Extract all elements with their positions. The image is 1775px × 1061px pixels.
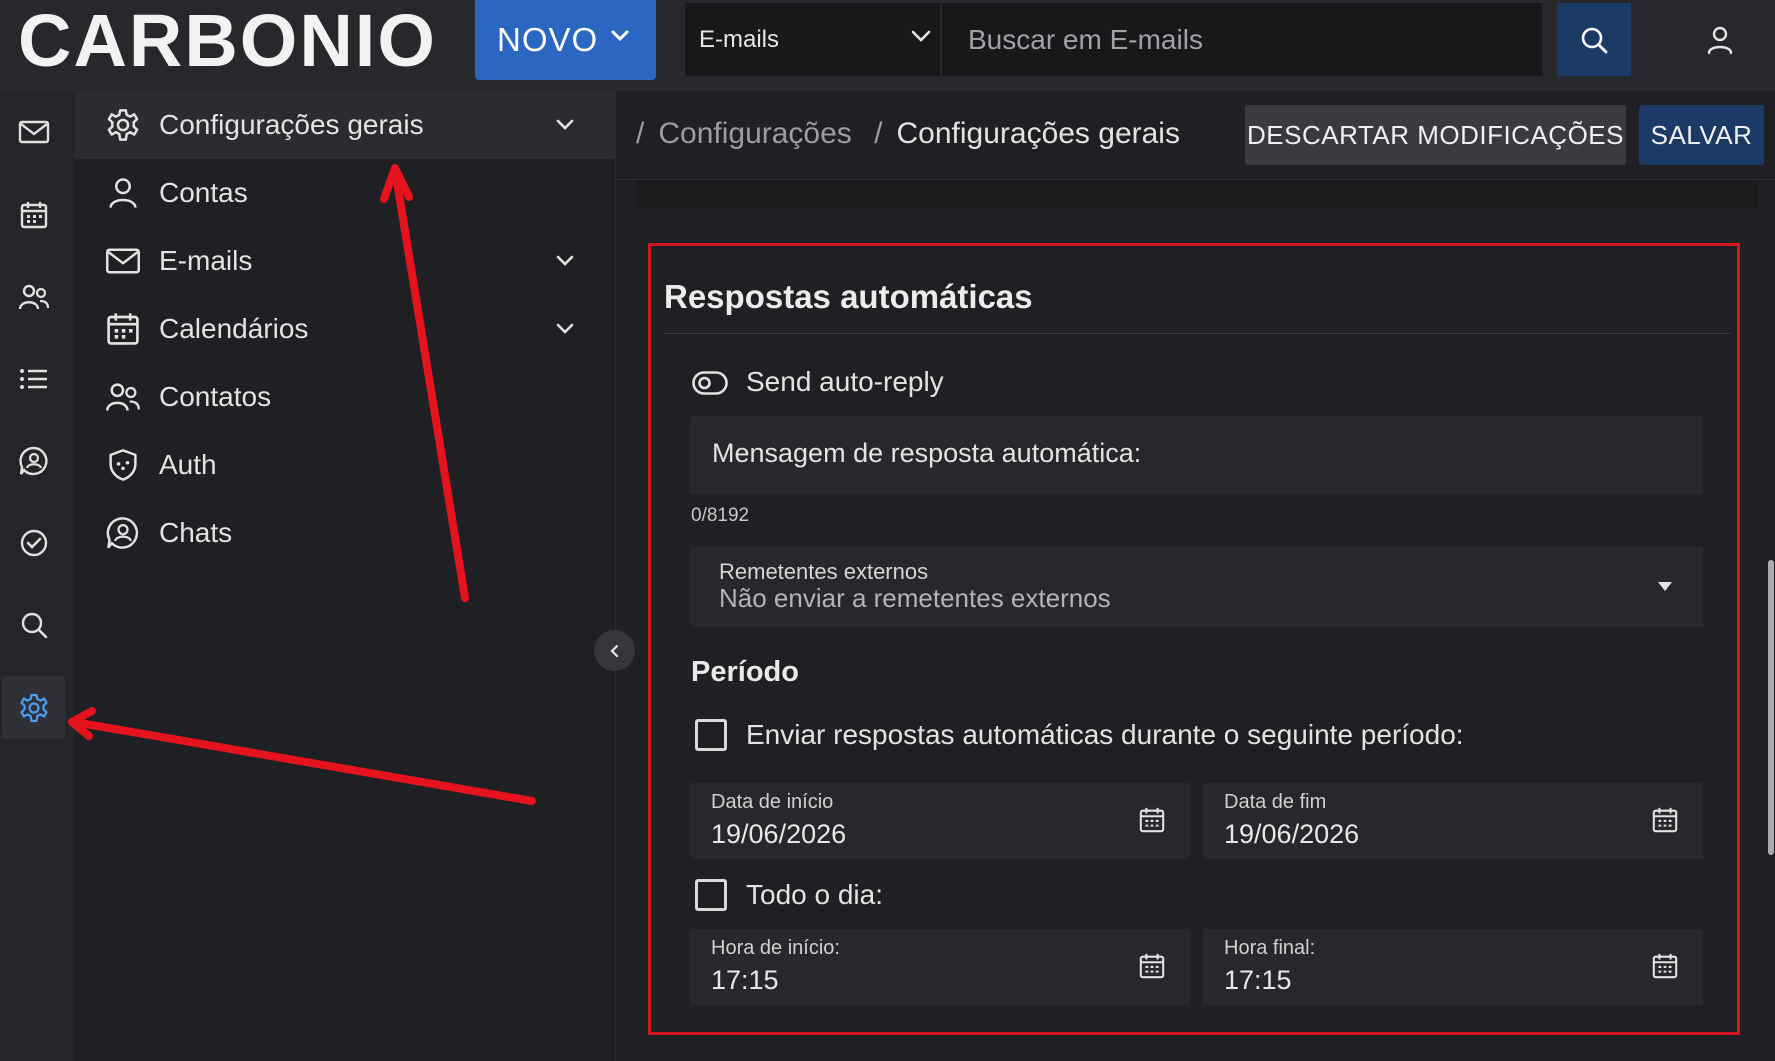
auto-reply-toggle[interactable] <box>692 365 732 401</box>
module-select-value: E-mails <box>699 25 780 53</box>
section-title: Respostas automáticas <box>664 278 1033 315</box>
caret-down-icon <box>1657 580 1673 592</box>
chevron-down-icon <box>610 29 630 43</box>
rail-settings[interactable] <box>2 676 65 739</box>
search-icon <box>19 610 49 640</box>
calendar-icon[interactable] <box>1651 951 1679 981</box>
end-date-label: Data de fim <box>1224 791 1327 813</box>
search-button[interactable] <box>1557 3 1631 76</box>
rail-search[interactable] <box>2 593 65 656</box>
period-title: Período <box>691 656 799 688</box>
app-logo: CARBONIO <box>18 0 437 82</box>
sidebar-item-emails[interactable]: E-mails <box>75 227 615 295</box>
rail-tasks[interactable] <box>2 511 65 574</box>
auto-reply-highlight-box <box>648 243 1740 1035</box>
end-time-label: Hora final: <box>1224 937 1316 959</box>
person-icon <box>105 175 141 211</box>
sidebar-item-general-settings[interactable]: Configurações gerais <box>75 91 615 159</box>
period-checkbox[interactable] <box>695 719 727 751</box>
chevron-left-icon <box>609 644 621 658</box>
sidebar-item-contacts[interactable]: Contatos <box>75 363 615 431</box>
scrollbar-thumb[interactable] <box>1768 560 1774 855</box>
rail-calendar[interactable] <box>2 183 65 246</box>
shield-icon <box>105 447 141 483</box>
sidebar-item-accounts[interactable]: Contas <box>75 159 615 227</box>
character-counter: 0/8192 <box>691 505 750 526</box>
sidebar-item-chats[interactable]: Chats <box>75 499 615 567</box>
start-date-field[interactable]: Data de início 19/06/2026 <box>690 783 1190 859</box>
chats-icon <box>105 515 141 551</box>
rail-tasks-list[interactable] <box>2 347 65 410</box>
sidebar-item-label: E-mails <box>159 245 253 276</box>
sidebar-item-label: Auth <box>159 449 217 480</box>
search-input[interactable] <box>942 3 1542 76</box>
gear-icon <box>18 692 50 724</box>
breadcrumb-item-settings[interactable]: Configurações <box>658 117 851 150</box>
chevron-down-icon <box>910 29 932 43</box>
all-day-checkbox-label: Todo o dia: <box>746 879 883 910</box>
previous-section-edge <box>636 180 1758 208</box>
calendar-icon <box>105 311 141 347</box>
new-button-label: NOVO <box>497 21 599 58</box>
sidebar-item-auth[interactable]: Auth <box>75 431 615 499</box>
chevron-down-icon[interactable] <box>555 118 575 132</box>
period-checkbox-label: Enviar respostas automáticas durante o s… <box>746 719 1464 750</box>
list-icon <box>19 367 49 391</box>
end-time-value: 17:15 <box>1224 965 1292 995</box>
collapse-sidebar-button[interactable] <box>594 630 635 671</box>
start-time-value: 17:15 <box>711 965 779 995</box>
start-time-label: Hora de início: <box>711 937 840 959</box>
search-icon <box>1579 25 1609 55</box>
breadcrumb-separator: / <box>636 117 645 150</box>
calendar-icon[interactable] <box>1138 805 1166 835</box>
settings-sidebar: Configurações gerais Contas E-mails Cale… <box>75 91 616 1061</box>
auto-reply-message-input[interactable]: Mensagem de resposta automática: <box>690 416 1703 494</box>
calendar-icon[interactable] <box>1651 805 1679 835</box>
toggle-off-icon <box>692 371 728 395</box>
sidebar-item-label: Contas <box>159 177 248 208</box>
rail-contacts[interactable] <box>2 265 65 328</box>
save-button[interactable]: SALVAR <box>1639 105 1764 165</box>
user-menu-button[interactable] <box>1700 20 1740 60</box>
top-bar: CARBONIO NOVO E-mails <box>0 0 1775 91</box>
sidebar-item-label: Configurações gerais <box>159 109 424 140</box>
contacts-icon <box>18 283 50 311</box>
calendar-icon <box>19 200 49 230</box>
contacts-icon <box>105 379 141 415</box>
chats-icon <box>18 445 50 477</box>
external-senders-select[interactable]: Remetentes externos Não enviar a remeten… <box>690 547 1703 627</box>
sidebar-item-label: Calendários <box>159 313 309 344</box>
end-date-field[interactable]: Data de fim 19/06/2026 <box>1203 783 1703 859</box>
module-select[interactable]: E-mails <box>685 3 940 76</box>
person-icon <box>1706 25 1734 55</box>
gear-icon <box>105 107 141 143</box>
sidebar-item-calendars[interactable]: Calendários <box>75 295 615 363</box>
breadcrumb-item-current: Configurações gerais <box>896 117 1180 150</box>
auto-reply-toggle-label: Send auto-reply <box>746 366 944 397</box>
chevron-down-icon[interactable] <box>555 254 575 268</box>
chevron-down-icon[interactable] <box>555 322 575 336</box>
end-date-value: 19/06/2026 <box>1224 819 1360 849</box>
check-circle-icon <box>19 528 49 558</box>
message-placeholder: Mensagem de resposta automática: <box>712 438 1142 468</box>
new-button[interactable]: NOVO <box>475 0 656 80</box>
end-time-field[interactable]: Hora final: 17:15 <box>1203 929 1703 1005</box>
mail-icon <box>18 119 50 145</box>
select-label: Remetentes externos <box>719 559 929 584</box>
sidebar-item-label: Chats <box>159 517 233 548</box>
rail-chats[interactable] <box>2 429 65 492</box>
start-date-label: Data de início <box>711 791 834 813</box>
select-value: Não enviar a remetentes externos <box>719 583 1111 613</box>
discard-changes-button[interactable]: DESCARTAR MODIFICAÇÕES <box>1245 105 1626 165</box>
start-time-field[interactable]: Hora de início: 17:15 <box>690 929 1190 1005</box>
mail-icon <box>105 243 141 279</box>
start-date-value: 19/06/2026 <box>711 819 847 849</box>
sidebar-item-label: Contatos <box>159 381 272 412</box>
all-day-checkbox[interactable] <box>695 879 727 911</box>
rail-mail[interactable] <box>2 100 65 163</box>
calendar-icon[interactable] <box>1138 951 1166 981</box>
breadcrumb: / Configurações / Configurações gerais <box>636 117 1180 151</box>
section-divider <box>664 333 1730 334</box>
breadcrumb-separator: / <box>874 117 883 150</box>
